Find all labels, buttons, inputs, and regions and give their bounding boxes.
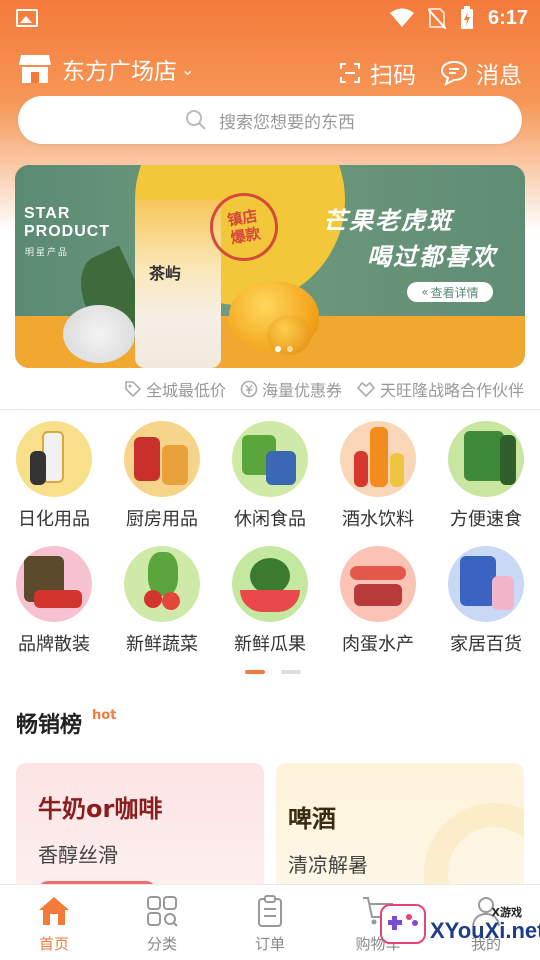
category-grid-icon [147, 896, 178, 927]
view-details-label: 查看详情 [430, 285, 479, 300]
vegetables-icon [124, 546, 200, 622]
promo-card-subtitle: 香醇丝滑 [38, 843, 118, 867]
no-sim-icon [427, 8, 446, 29]
promo-card-title: 牛奶or咖啡 [38, 795, 163, 823]
fruit-icon [232, 546, 308, 622]
carousel-dot [287, 346, 293, 352]
meat-seafood-icon [340, 546, 416, 622]
household-icon [448, 546, 524, 622]
image-notification-icon [16, 9, 38, 27]
hot-badge: hot [92, 708, 117, 723]
handshake-icon [356, 381, 376, 398]
store-selector[interactable]: 东方广场店 ⌄ [18, 52, 194, 86]
search-placeholder: 搜索您想要的东西 [219, 112, 355, 133]
tapioca-decoration [63, 305, 135, 363]
category-item[interactable]: 家居百货 [432, 546, 540, 671]
category-item[interactable]: 方便速食 [432, 421, 540, 546]
carousel-indicator [275, 346, 293, 352]
cup-brand-label: 茶屿 [149, 264, 182, 283]
message-button[interactable]: 消息 [440, 56, 522, 90]
category-item[interactable]: 休闲食品 [216, 421, 324, 546]
category-grid: 日化用品 厨房用品 休闲食品 酒水饮料 方便速食 品牌散装 新鲜蔬菜 新鲜瓜果 … [0, 421, 540, 671]
search-input[interactable]: 搜索您想要的东西 [18, 96, 522, 144]
section-divider [0, 409, 540, 410]
bulk-brand-icon [16, 546, 92, 622]
double-chevron-left-icon: « [421, 285, 429, 299]
banner-star-text: STAR [24, 205, 71, 222]
status-bar: 6:17 [0, 0, 540, 36]
nav-category[interactable]: 分类 [108, 885, 216, 960]
chevron-down-icon: ⌄ [181, 59, 195, 79]
guarantee-row: 全城最低价 海量优惠券 天旺隆战略合作伙伴 [124, 377, 524, 401]
watermark-text: XYouXi.net [430, 918, 540, 943]
banner-star-subtext: 明星产品 [25, 248, 70, 258]
logo-dot [406, 914, 412, 920]
guarantee-item: 海量优惠券 [240, 377, 342, 401]
status-time: 6:17 [487, 6, 528, 29]
nav-orders[interactable]: 订单 [216, 885, 324, 960]
yen-coupon-icon [240, 380, 258, 398]
gamepad-logo-icon [380, 904, 426, 944]
banner-title-line1: 芒果老虎斑 [323, 207, 453, 235]
message-bubble-icon [440, 60, 468, 86]
scan-button[interactable]: 扫码 [338, 56, 416, 90]
bestseller-title: 畅销榜 [16, 713, 83, 738]
promo-card-beer[interactable]: 啤酒 清凉解暑 [276, 763, 524, 893]
category-item[interactable]: 厨房用品 [108, 421, 216, 546]
banner-title-line2: 喝过都喜欢 [367, 243, 497, 271]
home-icon [39, 897, 69, 925]
snacks-icon [232, 421, 308, 497]
message-label: 消息 [476, 63, 522, 89]
search-icon [186, 110, 206, 130]
daily-chemicals-icon [16, 421, 92, 497]
category-item[interactable]: 品牌散装 [0, 546, 108, 671]
category-item[interactable]: 新鲜蔬菜 [108, 546, 216, 671]
watermark: X游戏 XYouXi.net [380, 900, 540, 952]
tea-cup-image: 茶屿 [135, 200, 221, 368]
promo-card-title: 啤酒 [288, 805, 336, 833]
category-item[interactable]: 肉蛋水产 [324, 546, 432, 671]
category-page-indicator [245, 670, 301, 674]
kitchen-icon [124, 421, 200, 497]
battery-charging-icon [460, 6, 473, 29]
promo-card-milk-coffee[interactable]: 牛奶or咖啡 香醇丝滑 [16, 763, 264, 893]
price-tag-icon [125, 381, 142, 398]
category-item[interactable]: 酒水饮料 [324, 421, 432, 546]
view-details-button[interactable]: « 查看详情 [407, 282, 493, 302]
store-icon [19, 55, 51, 83]
wifi-icon [389, 8, 414, 27]
promo-banner[interactable]: STAR PRODUCT 明星产品 茶屿 镇店爆款 芒果老虎斑 喝过都喜欢 « … [15, 165, 525, 368]
carousel-dot [275, 346, 281, 352]
logo-dot [412, 920, 418, 926]
page-dot [281, 670, 301, 674]
category-item[interactable]: 日化用品 [0, 421, 108, 546]
order-clipboard-icon [258, 895, 282, 927]
banner-product-text: PRODUCT [24, 223, 111, 240]
store-name: 东方广场店 [62, 59, 177, 85]
promo-card-subtitle: 清凉解暑 [288, 853, 368, 877]
guarantee-item: 天旺隆战略合作伙伴 [356, 377, 524, 401]
scan-icon [340, 63, 360, 83]
guarantee-item: 全城最低价 [124, 377, 226, 401]
category-item[interactable]: 新鲜瓜果 [216, 546, 324, 671]
scan-label: 扫码 [370, 63, 416, 89]
drinks-icon [340, 421, 416, 497]
nav-home[interactable]: 首页 [0, 885, 108, 960]
instant-food-icon [448, 421, 524, 497]
page-dot [245, 670, 265, 674]
promo-decoration [424, 803, 524, 893]
